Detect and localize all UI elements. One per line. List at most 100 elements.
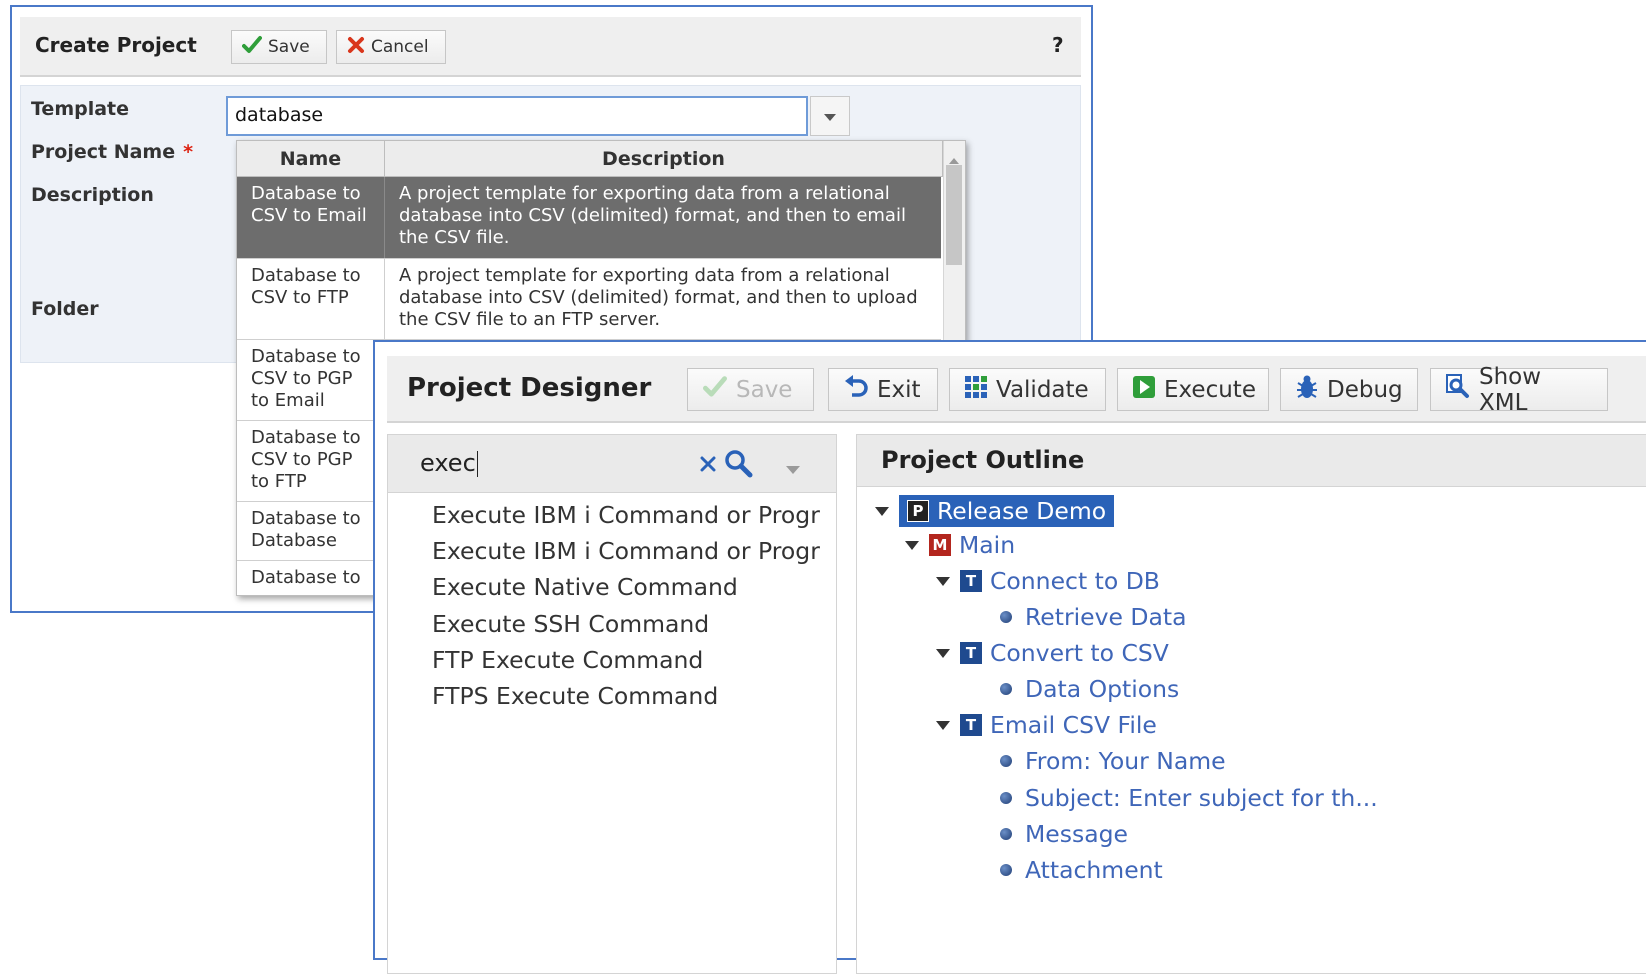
designer-title: Project Designer (407, 373, 652, 403)
template-name-cell: Database to Database (237, 502, 385, 560)
palette-search-bar: exec (388, 435, 836, 493)
search-value: exec (420, 449, 476, 477)
required-marker: * (183, 141, 194, 163)
outline-node-project[interactable]: P Release Demo (873, 495, 1115, 527)
outline-node-task[interactable]: T Email CSV File (934, 711, 1157, 739)
module-icon: M (929, 534, 951, 556)
element-label: Retrieve Data (1025, 603, 1187, 631)
palette-item[interactable]: FTP Execute Command (432, 646, 703, 674)
task-palette: exec Execute IBM i Command or Progr Exec… (387, 434, 837, 974)
caret-down-icon (824, 107, 836, 126)
dialog-title: Create Project (35, 33, 197, 57)
expand-toggle-icon[interactable] (903, 536, 921, 554)
close-icon (347, 36, 365, 59)
palette-item[interactable]: Execute Native Command (432, 573, 738, 601)
debug-button[interactable]: Debug (1280, 368, 1418, 411)
execute-button[interactable]: Execute (1117, 368, 1269, 411)
expand-toggle-icon[interactable] (873, 502, 891, 520)
description-label: Description (31, 184, 154, 206)
undo-arrow-icon (843, 374, 869, 405)
palette-item[interactable]: Execute IBM i Command or Progr (432, 501, 820, 529)
template-name-cell: Database to (237, 561, 385, 595)
element-bullet-icon (1000, 683, 1012, 695)
column-header-name[interactable]: Name (237, 141, 385, 177)
grid-validate-icon (964, 375, 988, 405)
task-icon: T (960, 642, 982, 664)
clear-search-icon[interactable] (700, 456, 716, 476)
create-project-toolbar: Create Project Save Cancel ? (20, 17, 1081, 77)
outline-node-module[interactable]: M Main (903, 531, 1015, 559)
palette-results: Execute IBM i Command or Progr Execute I… (388, 493, 836, 973)
show-xml-button[interactable]: Show XML (1430, 364, 1608, 416)
checkmark-icon (702, 375, 728, 405)
template-name-cell: Database to CSV to PGP to Email (237, 340, 385, 420)
validate-button[interactable]: Validate (949, 368, 1106, 411)
outline-node-element[interactable]: Subject: Enter subject for th... (995, 784, 1378, 812)
outline-node-element[interactable]: Retrieve Data (995, 603, 1187, 631)
task-label: Email CSV File (990, 711, 1157, 739)
designer-save-label: Save (736, 376, 793, 403)
task-label: Connect to DB (990, 567, 1160, 595)
project-name-label: Project Name * (31, 141, 193, 163)
outline-node-task[interactable]: T Connect to DB (934, 567, 1160, 595)
element-label: Message (1025, 820, 1128, 848)
cancel-label: Cancel (371, 37, 429, 57)
expand-toggle-icon[interactable] (934, 716, 952, 734)
chevron-down-icon[interactable] (786, 459, 800, 478)
designer-save-button[interactable]: Save (687, 368, 814, 411)
cancel-button[interactable]: Cancel (336, 30, 446, 64)
element-bullet-icon (1000, 611, 1012, 623)
element-bullet-icon (1000, 828, 1012, 840)
module-label: Main (959, 531, 1016, 559)
element-label: Attachment (1025, 856, 1163, 884)
outline-node-element[interactable]: Data Options (995, 675, 1179, 703)
project-outline-title: Project Outline (881, 446, 1085, 474)
template-input[interactable]: database (226, 96, 808, 136)
project-designer-toolbar: Project Designer Save Exit Validate Exec… (387, 356, 1646, 423)
template-description-cell: A project template for exporting data fr… (399, 265, 918, 330)
outline-node-element[interactable]: Attachment (995, 856, 1163, 884)
search-icon[interactable] (723, 448, 753, 482)
bug-icon (1295, 374, 1319, 406)
element-bullet-icon (1000, 755, 1012, 767)
play-icon (1132, 375, 1156, 405)
template-dropdown-button[interactable] (810, 96, 850, 136)
expand-toggle-icon[interactable] (934, 644, 952, 662)
template-row[interactable]: Database to CSV to FTP A project templat… (237, 259, 941, 340)
palette-search-input[interactable]: exec (420, 449, 478, 477)
template-name-cell: Database to CSV to PGP to FTP (237, 421, 385, 501)
exit-button[interactable]: Exit (828, 368, 938, 411)
project-name-label-text: Project Name (31, 141, 176, 163)
template-row[interactable]: Database to CSV to Email A project templ… (237, 177, 941, 259)
scrollbar-thumb[interactable] (946, 165, 962, 265)
task-icon: T (960, 570, 982, 592)
project-icon: P (907, 500, 929, 522)
project-name: Release Demo (937, 497, 1107, 525)
template-name-cell: Database to CSV to Email (237, 177, 385, 258)
project-outline-panel: Project Outline P Release Demo M Main T … (856, 434, 1646, 974)
outline-node-task[interactable]: T Convert to CSV (934, 639, 1169, 667)
element-label: Data Options (1025, 675, 1180, 703)
palette-item[interactable]: FTPS Execute Command (432, 682, 718, 710)
execute-label: Execute (1164, 376, 1256, 403)
validate-label: Validate (996, 376, 1089, 403)
element-bullet-icon (1000, 792, 1012, 804)
help-button[interactable]: ? (1052, 33, 1064, 57)
task-icon: T (960, 714, 982, 736)
debug-label: Debug (1327, 376, 1403, 403)
project-designer-window: Project Designer Save Exit Validate Exec… (373, 340, 1646, 974)
element-bullet-icon (1000, 864, 1012, 876)
outline-project-label: P Release Demo (899, 495, 1115, 527)
template-label: Template (31, 98, 130, 120)
outline-node-element[interactable]: Message (995, 820, 1128, 848)
magnifier-document-icon (1445, 373, 1471, 406)
task-label: Convert to CSV (990, 639, 1169, 667)
column-header-description[interactable]: Description (385, 141, 943, 177)
palette-item[interactable]: Execute IBM i Command or Progr (432, 537, 820, 565)
element-label: From: Your Name (1025, 747, 1226, 775)
palette-item[interactable]: Execute SSH Command (432, 610, 709, 638)
text-caret (476, 451, 478, 477)
outline-node-element[interactable]: From: Your Name (995, 747, 1226, 775)
save-button[interactable]: Save (231, 30, 327, 64)
expand-toggle-icon[interactable] (934, 572, 952, 590)
